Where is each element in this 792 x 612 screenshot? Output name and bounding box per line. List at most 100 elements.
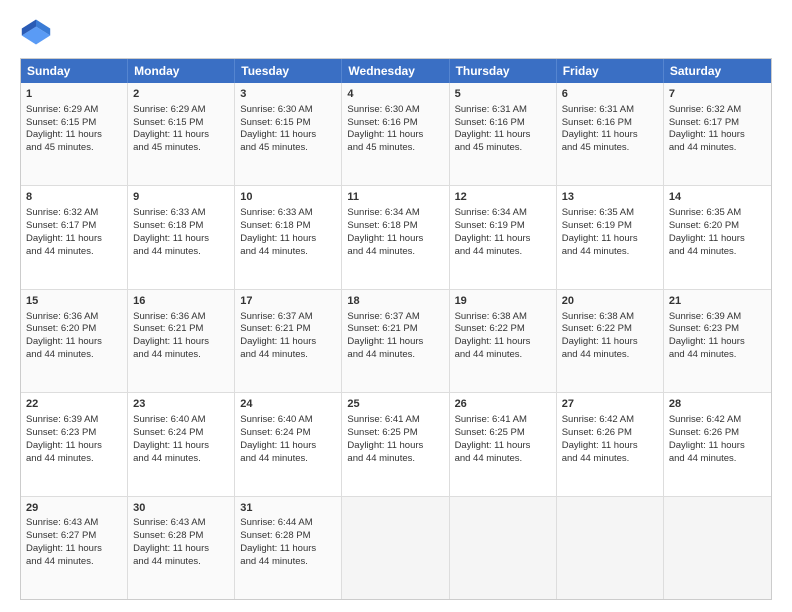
cal-cell-29: 29Sunrise: 6:43 AMSunset: 6:27 PMDayligh… [21, 497, 128, 599]
cell-line: Sunset: 6:17 PM [26, 220, 122, 233]
day-num-19: 19 [455, 294, 551, 309]
cell-line: Daylight: 11 hours [26, 233, 122, 246]
cell-line: and 44 minutes. [133, 453, 229, 466]
day-num-7: 7 [669, 87, 766, 102]
cal-cell-31: 31Sunrise: 6:44 AMSunset: 6:28 PMDayligh… [235, 497, 342, 599]
cell-line: Sunset: 6:21 PM [133, 323, 229, 336]
cal-cell-2: 2Sunrise: 6:29 AMSunset: 6:15 PMDaylight… [128, 83, 235, 185]
header-friday: Friday [557, 59, 664, 83]
cell-line: Sunrise: 6:44 AM [240, 517, 336, 530]
cell-line: Daylight: 11 hours [133, 129, 229, 142]
day-num-9: 9 [133, 190, 229, 205]
cell-line: Daylight: 11 hours [562, 336, 658, 349]
cell-line: Sunset: 6:17 PM [669, 117, 766, 130]
day-num-25: 25 [347, 397, 443, 412]
cell-line: and 45 minutes. [133, 142, 229, 155]
cell-line: Daylight: 11 hours [669, 440, 766, 453]
cell-line: and 44 minutes. [562, 453, 658, 466]
cal-cell-empty [342, 497, 449, 599]
cell-line: Sunrise: 6:33 AM [240, 207, 336, 220]
cal-cell-6: 6Sunrise: 6:31 AMSunset: 6:16 PMDaylight… [557, 83, 664, 185]
cal-cell-24: 24Sunrise: 6:40 AMSunset: 6:24 PMDayligh… [235, 393, 342, 495]
calendar-header: Sunday Monday Tuesday Wednesday Thursday… [21, 59, 771, 83]
cell-line: Sunset: 6:21 PM [347, 323, 443, 336]
cal-cell-8: 8Sunrise: 6:32 AMSunset: 6:17 PMDaylight… [21, 186, 128, 288]
cell-line: Daylight: 11 hours [133, 233, 229, 246]
cal-cell-25: 25Sunrise: 6:41 AMSunset: 6:25 PMDayligh… [342, 393, 449, 495]
cal-cell-11: 11Sunrise: 6:34 AMSunset: 6:18 PMDayligh… [342, 186, 449, 288]
cell-line: Sunset: 6:23 PM [26, 427, 122, 440]
cell-line: Sunrise: 6:34 AM [455, 207, 551, 220]
cell-line: Daylight: 11 hours [240, 233, 336, 246]
cell-line: and 44 minutes. [347, 453, 443, 466]
day-num-24: 24 [240, 397, 336, 412]
cell-line: Sunset: 6:20 PM [26, 323, 122, 336]
cell-line: Sunrise: 6:39 AM [669, 311, 766, 324]
cell-line: and 44 minutes. [240, 453, 336, 466]
cell-line: Sunset: 6:22 PM [455, 323, 551, 336]
cell-line: and 44 minutes. [240, 556, 336, 569]
cell-line: Sunrise: 6:42 AM [669, 414, 766, 427]
cell-line: Sunrise: 6:30 AM [240, 104, 336, 117]
cell-line: Sunset: 6:27 PM [26, 530, 122, 543]
day-num-31: 31 [240, 501, 336, 516]
cell-line: and 44 minutes. [133, 246, 229, 259]
cal-cell-19: 19Sunrise: 6:38 AMSunset: 6:22 PMDayligh… [450, 290, 557, 392]
cell-line: and 44 minutes. [133, 556, 229, 569]
header-monday: Monday [128, 59, 235, 83]
cell-line: Daylight: 11 hours [669, 129, 766, 142]
cell-line: Sunrise: 6:41 AM [347, 414, 443, 427]
cal-cell-21: 21Sunrise: 6:39 AMSunset: 6:23 PMDayligh… [664, 290, 771, 392]
cell-line: and 44 minutes. [669, 453, 766, 466]
cal-cell-16: 16Sunrise: 6:36 AMSunset: 6:21 PMDayligh… [128, 290, 235, 392]
cal-cell-13: 13Sunrise: 6:35 AMSunset: 6:19 PMDayligh… [557, 186, 664, 288]
cell-line: and 44 minutes. [669, 142, 766, 155]
day-num-16: 16 [133, 294, 229, 309]
cell-line: and 45 minutes. [455, 142, 551, 155]
logo-icon [20, 16, 52, 48]
cell-line: Sunset: 6:28 PM [240, 530, 336, 543]
cal-cell-empty [450, 497, 557, 599]
header [20, 16, 772, 48]
cell-line: and 44 minutes. [240, 349, 336, 362]
day-num-10: 10 [240, 190, 336, 205]
cal-row-1: 1Sunrise: 6:29 AMSunset: 6:15 PMDaylight… [21, 83, 771, 185]
cell-line: and 44 minutes. [347, 246, 443, 259]
cell-line: Daylight: 11 hours [455, 233, 551, 246]
day-num-11: 11 [347, 190, 443, 205]
cell-line: Sunset: 6:15 PM [26, 117, 122, 130]
cell-line: Sunset: 6:16 PM [562, 117, 658, 130]
day-num-4: 4 [347, 87, 443, 102]
header-tuesday: Tuesday [235, 59, 342, 83]
cell-line: Daylight: 11 hours [26, 543, 122, 556]
cal-cell-20: 20Sunrise: 6:38 AMSunset: 6:22 PMDayligh… [557, 290, 664, 392]
cell-line: and 44 minutes. [669, 349, 766, 362]
day-num-22: 22 [26, 397, 122, 412]
cell-line: and 44 minutes. [455, 349, 551, 362]
cell-line: Sunset: 6:28 PM [133, 530, 229, 543]
cell-line: Sunrise: 6:29 AM [26, 104, 122, 117]
cell-line: Sunset: 6:19 PM [562, 220, 658, 233]
cal-cell-26: 26Sunrise: 6:41 AMSunset: 6:25 PMDayligh… [450, 393, 557, 495]
cal-row-2: 8Sunrise: 6:32 AMSunset: 6:17 PMDaylight… [21, 185, 771, 288]
page: Sunday Monday Tuesday Wednesday Thursday… [0, 0, 792, 612]
cell-line: Daylight: 11 hours [562, 233, 658, 246]
cell-line: and 45 minutes. [26, 142, 122, 155]
cell-line: Sunset: 6:25 PM [455, 427, 551, 440]
day-num-26: 26 [455, 397, 551, 412]
cell-line: Sunset: 6:21 PM [240, 323, 336, 336]
cal-row-3: 15Sunrise: 6:36 AMSunset: 6:20 PMDayligh… [21, 289, 771, 392]
cell-line: Daylight: 11 hours [562, 440, 658, 453]
cell-line: Sunrise: 6:29 AM [133, 104, 229, 117]
cell-line: and 44 minutes. [455, 246, 551, 259]
cell-line: Sunset: 6:25 PM [347, 427, 443, 440]
day-num-17: 17 [240, 294, 336, 309]
cell-line: and 44 minutes. [240, 246, 336, 259]
cell-line: Sunrise: 6:40 AM [133, 414, 229, 427]
cell-line: and 45 minutes. [240, 142, 336, 155]
calendar: Sunday Monday Tuesday Wednesday Thursday… [20, 58, 772, 600]
cell-line: Sunrise: 6:35 AM [669, 207, 766, 220]
cal-cell-28: 28Sunrise: 6:42 AMSunset: 6:26 PMDayligh… [664, 393, 771, 495]
cell-line: and 44 minutes. [347, 349, 443, 362]
logo [20, 16, 56, 48]
